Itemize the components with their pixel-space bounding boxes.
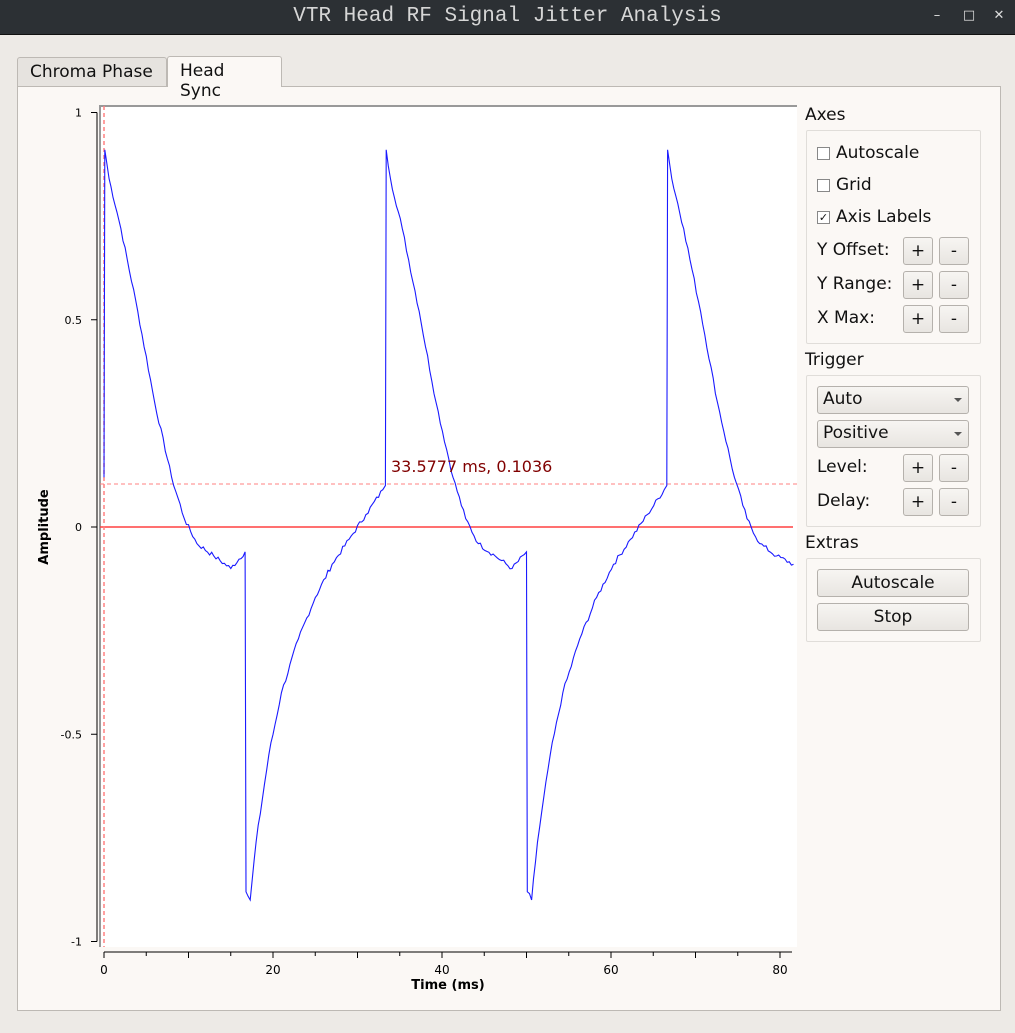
x-max-plus-button[interactable]: + — [903, 305, 933, 333]
y-tick-label: 1 — [75, 107, 82, 120]
x-axis-label: Time (ms) — [411, 978, 484, 993]
maximize-icon[interactable]: □ — [960, 8, 978, 23]
title-bar: VTR Head RF Signal Jitter Analysis – □ ✕ — [0, 0, 1015, 35]
y-axis-label: Amplitude — [37, 489, 52, 565]
y-range-plus-button[interactable]: + — [903, 271, 933, 299]
y-offset-minus-button[interactable]: - — [939, 237, 969, 265]
x-tick-label: 0 — [100, 963, 108, 977]
chevron-down-icon — [954, 398, 962, 402]
checkbox-icon — [817, 178, 830, 192]
tab-head-sync[interactable]: Head Sync — [167, 56, 282, 101]
y-tick-label: -1 — [71, 936, 82, 949]
delay-label: Delay: — [817, 491, 871, 511]
trigger-slope-select[interactable]: Positive — [817, 420, 969, 448]
close-icon[interactable]: ✕ — [990, 8, 1008, 23]
x-tick-label: 20 — [265, 963, 280, 977]
trigger-mode-value: Auto — [823, 389, 863, 409]
delay-plus-button[interactable]: + — [903, 488, 933, 516]
x-tick-label: 80 — [772, 963, 787, 977]
y-tick-label: 0 — [75, 521, 82, 534]
level-minus-button[interactable]: - — [939, 454, 969, 482]
trigger-slope-value: Positive — [823, 423, 889, 443]
level-label: Level: — [817, 457, 868, 477]
stop-button[interactable]: Stop — [817, 603, 969, 631]
extras-group-label: Extras — [805, 533, 859, 553]
x-max-minus-button[interactable]: - — [939, 305, 969, 333]
autoscale-checkbox[interactable]: Autoscale — [817, 143, 919, 163]
cursor-readout: 33.5777 ms, 0.1036 — [391, 457, 552, 476]
tab-chroma-phase[interactable]: Chroma Phase — [17, 57, 167, 87]
y-offset-label: Y Offset: — [817, 240, 890, 260]
autoscale-button[interactable]: Autoscale — [817, 569, 969, 597]
x-tick-label: 40 — [434, 963, 449, 977]
window-title: VTR Head RF Signal Jitter Analysis — [293, 5, 722, 28]
y-tick-label: -0.5 — [61, 728, 82, 741]
level-plus-button[interactable]: + — [903, 454, 933, 482]
y-offset-plus-button[interactable]: + — [903, 237, 933, 265]
grid-checkbox[interactable]: Grid — [817, 175, 872, 195]
axis-labels-label: Axis Labels — [836, 207, 932, 227]
grid-label: Grid — [836, 175, 872, 195]
chevron-down-icon — [954, 432, 962, 436]
trigger-group-label: Trigger — [805, 350, 864, 370]
trigger-mode-select[interactable]: Auto — [817, 386, 969, 414]
x-tick-label: 60 — [603, 963, 618, 977]
axes-group-label: Axes — [805, 105, 846, 125]
x-max-label: X Max: — [817, 308, 875, 328]
delay-minus-button[interactable]: - — [939, 488, 969, 516]
y-range-minus-button[interactable]: - — [939, 271, 969, 299]
axis-labels-checkbox[interactable]: ✓ Axis Labels — [817, 207, 931, 227]
y-tick-label: 0.5 — [65, 314, 83, 327]
checkmark-icon: ✓ — [817, 210, 830, 224]
checkbox-icon — [817, 146, 830, 160]
y-range-label: Y Range: — [817, 274, 893, 294]
autoscale-label: Autoscale — [836, 143, 920, 163]
minimize-icon[interactable]: – — [928, 8, 946, 23]
plot[interactable]: 1 0.5 0 -0.5 -1 0 20 40 60 80 Amplitude Time (ms)… — [18, 87, 798, 1000]
